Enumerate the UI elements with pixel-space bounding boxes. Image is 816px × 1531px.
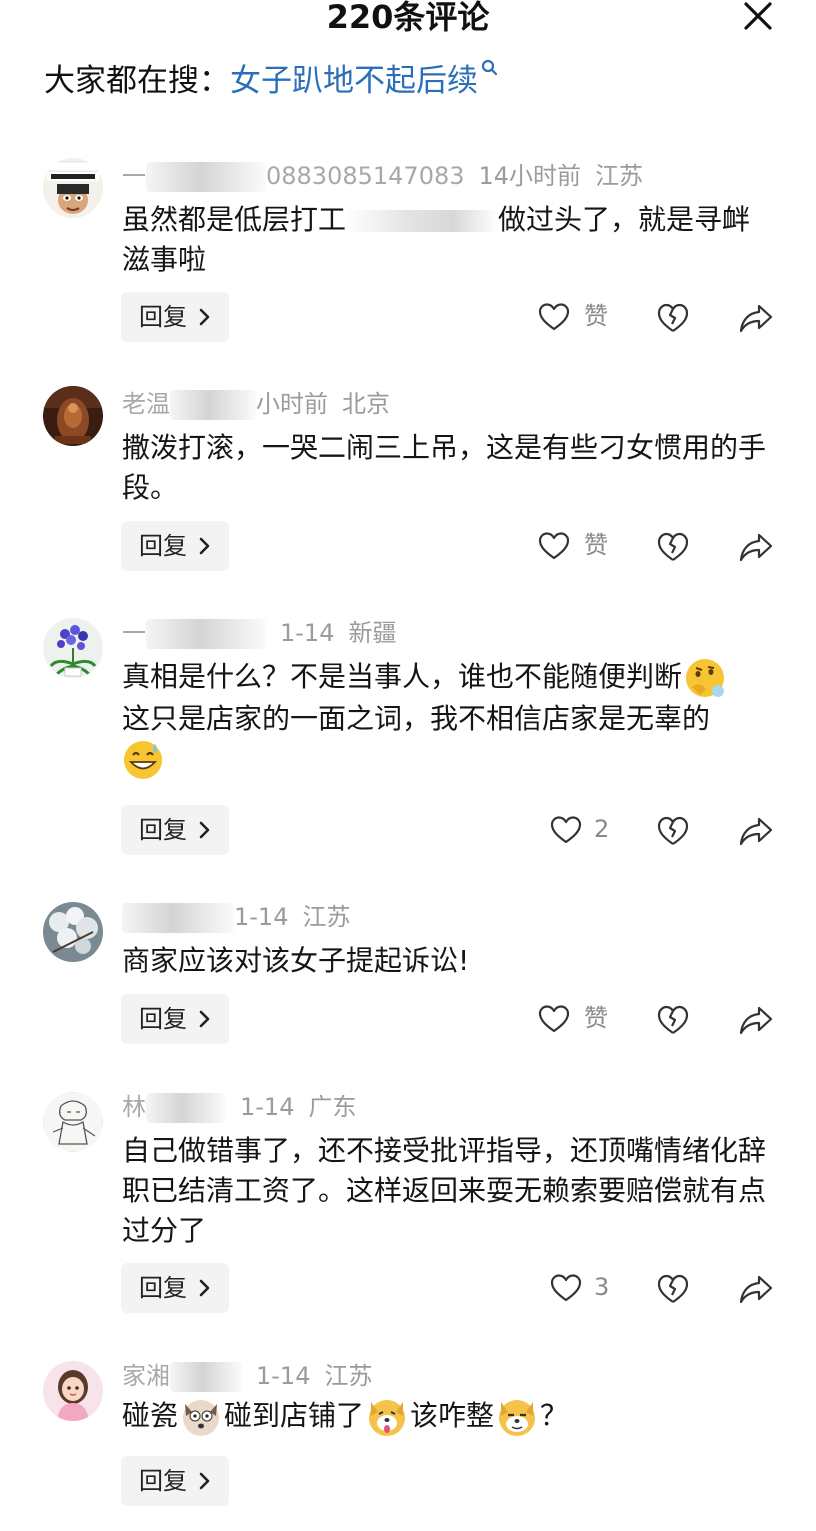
comment-text: 自己做错事了，还不接受批评指导，还顶嘴情绪化辞职已结清工资了。这样返回来耍无赖索… [122, 1134, 767, 1247]
like-button[interactable]: 赞 [538, 527, 628, 567]
like-count: 3 [594, 1273, 610, 1301]
chevron-right-icon [199, 1472, 210, 1490]
username-suffix: 0883085147083 [266, 162, 465, 190]
reply-button[interactable]: 回复 [121, 292, 229, 342]
comment-meta: 家湘 1-14 江苏 [122, 1360, 372, 1392]
comment-meta: 1-14 江苏 [122, 901, 350, 933]
reply-button[interactable]: 回复 [121, 1456, 229, 1506]
like-count: 2 [594, 815, 610, 843]
comment-time: 小时前 [256, 390, 328, 418]
thinking-emoji-icon [686, 659, 725, 697]
comment-location: 新疆 [348, 619, 397, 647]
comment-meta: 林 1-14 广东 [122, 1091, 356, 1123]
comment-meta: 老温 小时前 北京 [122, 388, 390, 420]
header: 220条评论 [0, 0, 816, 40]
comment-time: 1-14 [280, 619, 335, 647]
username[interactable]: 老温 [122, 390, 170, 418]
share-icon[interactable] [738, 1002, 774, 1038]
like-button[interactable]: 3 [538, 1269, 628, 1309]
avatar[interactable] [43, 1361, 103, 1421]
comment-text: 碰瓷 碰到店铺了 该咋整？ [122, 1396, 772, 1438]
username[interactable]: 一 [122, 162, 146, 190]
chevron-right-icon [199, 1279, 210, 1297]
avatar[interactable] [43, 618, 103, 678]
heart-icon [550, 816, 582, 844]
heart-icon [538, 1005, 570, 1033]
like-button[interactable]: 2 [538, 811, 628, 851]
comment-text: 撒泼打滚，一哭二闹三上吊，这是有些刁女惯用的手段。 [122, 431, 767, 504]
comment-text: 虽然都是低层打工 做过头了，就是寻衅滋事啦 [122, 203, 751, 276]
comment-time: 1-14 [234, 903, 289, 931]
chevron-right-icon [199, 1010, 210, 1028]
comment-time: 1-14 [256, 1362, 311, 1390]
comment-time: 14小时前 [478, 162, 582, 190]
like-button[interactable]: 赞 [538, 298, 628, 338]
chevron-right-icon [199, 308, 210, 326]
trending-search: 大家都在搜：女子趴地不起后续 [44, 58, 498, 104]
heart-icon [550, 1274, 582, 1302]
share-icon[interactable] [738, 1271, 774, 1307]
comment-location: 北京 [342, 390, 390, 418]
chevron-right-icon [199, 821, 210, 839]
shocked-dog-emoji-icon [183, 1400, 220, 1436]
comment-meta: 一 1-14 新疆 [122, 617, 396, 649]
username[interactable]: 家湘 [122, 1362, 170, 1390]
grinning-sweat-emoji-icon [124, 741, 162, 779]
comment-count-title: 220条评论 [326, 0, 490, 36]
comment-meta: 一 0883085147083 14小时前 江苏 [122, 160, 643, 192]
broken-heart-icon[interactable] [656, 813, 690, 849]
close-icon[interactable] [740, 0, 776, 34]
avatar[interactable] [43, 158, 103, 218]
share-icon[interactable] [738, 813, 774, 849]
share-icon[interactable] [738, 300, 774, 336]
reply-button[interactable]: 回复 [121, 994, 229, 1044]
comment-time: 1-14 [240, 1093, 295, 1121]
trending-search-label: 大家都在搜： [44, 63, 230, 99]
avatar[interactable] [43, 1092, 103, 1152]
like-label: 赞 [584, 302, 608, 330]
comment-location: 江苏 [302, 903, 351, 931]
share-icon[interactable] [738, 529, 774, 565]
avatar[interactable] [43, 902, 103, 962]
broken-heart-icon[interactable] [656, 1271, 690, 1307]
comment-text: 商家应该对该女子提起诉讼! [122, 944, 470, 977]
broken-heart-icon[interactable] [656, 1002, 690, 1038]
broken-heart-icon[interactable] [656, 300, 690, 336]
search-icon[interactable] [480, 58, 498, 80]
comment-location: 江苏 [324, 1362, 373, 1390]
username[interactable]: 一 [122, 619, 146, 647]
broken-heart-icon[interactable] [656, 529, 690, 565]
avatar[interactable] [43, 386, 103, 446]
heart-icon [538, 532, 570, 560]
smirk-dog-emoji-icon [499, 1400, 536, 1436]
reply-button[interactable]: 回复 [121, 805, 229, 855]
like-button[interactable]: 赞 [538, 1000, 628, 1040]
trending-search-link[interactable]: 女子趴地不起后续 [230, 63, 478, 99]
chevron-right-icon [199, 537, 210, 555]
heart-icon [538, 303, 570, 331]
reply-button[interactable]: 回复 [121, 521, 229, 571]
comment-location: 广东 [308, 1093, 357, 1121]
like-label: 赞 [584, 531, 608, 559]
comment-location: 江苏 [595, 162, 644, 190]
reply-button[interactable]: 回复 [121, 1263, 229, 1313]
comment-text: 真相是什么？不是当事人，谁也不能随便判断 这只是店家的一面之词，我不相信店家是无辜… [122, 657, 772, 781]
like-label: 赞 [584, 1004, 608, 1032]
username[interactable]: 林 [122, 1093, 146, 1121]
tongue-dog-emoji-icon [369, 1400, 406, 1436]
